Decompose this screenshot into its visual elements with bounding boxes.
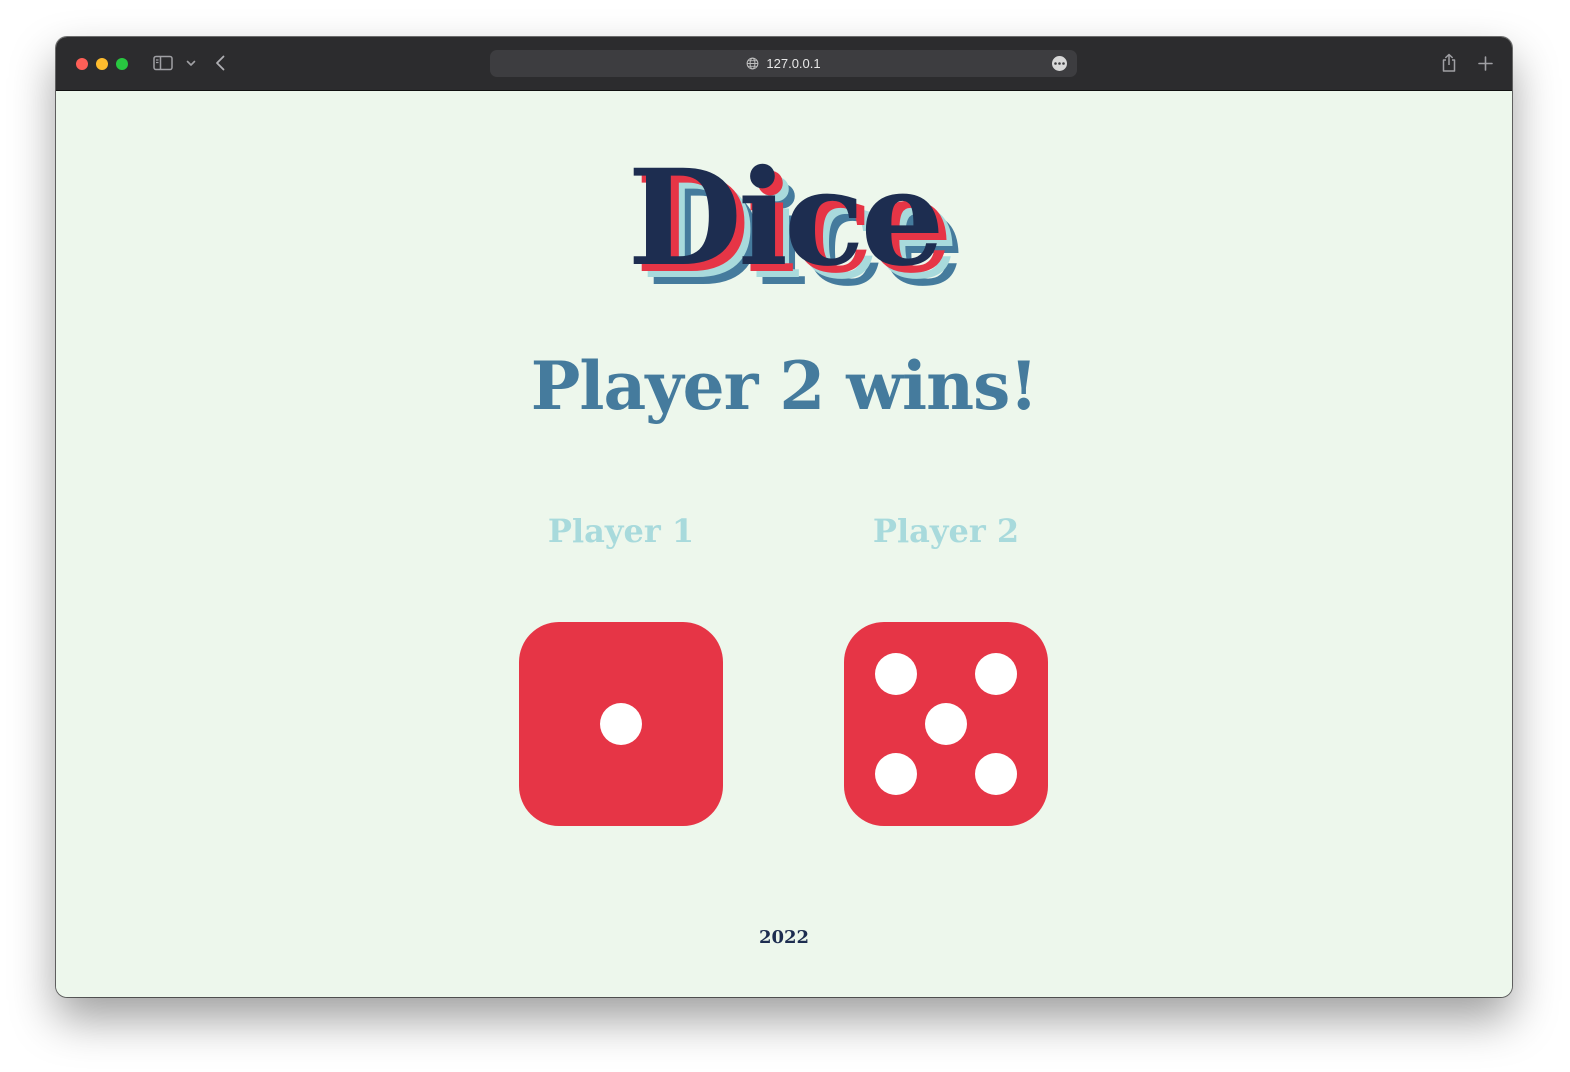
die-pip [600,703,642,745]
die-pip [875,653,918,696]
maximize-window-button[interactable] [116,58,128,70]
share-icon[interactable] [1440,52,1458,74]
player-2-label: Player 2 [872,512,1020,550]
chevron-down-icon[interactable] [185,58,197,68]
player-1-die [519,622,723,826]
sidebar-icon[interactable] [153,55,173,71]
result-heading: Player 2 wins! [530,347,1038,425]
close-window-button[interactable] [76,58,88,70]
player-1-label: Player 1 [547,512,695,550]
minimize-window-button[interactable] [96,58,108,70]
die-pip [925,703,967,745]
url-text: 127.0.0.1 [766,56,821,71]
die-pip [974,752,1017,795]
browser-toolbar: 127.0.0.1 [56,37,1512,91]
die-pip [974,653,1017,696]
page-content: Dice Player 2 wins! Player 1 Player 2 20… [56,91,1512,997]
footer-year: 2022 [758,927,810,948]
globe-icon [746,57,759,70]
back-arrow-icon[interactable] [213,54,227,72]
address-bar[interactable]: 127.0.0.1 [490,50,1077,77]
player-2-die [844,622,1048,826]
more-options-icon[interactable] [1052,56,1067,71]
page-title: Dice [627,141,945,296]
plus-icon[interactable] [1477,55,1494,72]
browser-window: 127.0.0.1 Dice Player 2 wins! Player 1 P… [56,37,1512,997]
die-pip [875,752,918,795]
